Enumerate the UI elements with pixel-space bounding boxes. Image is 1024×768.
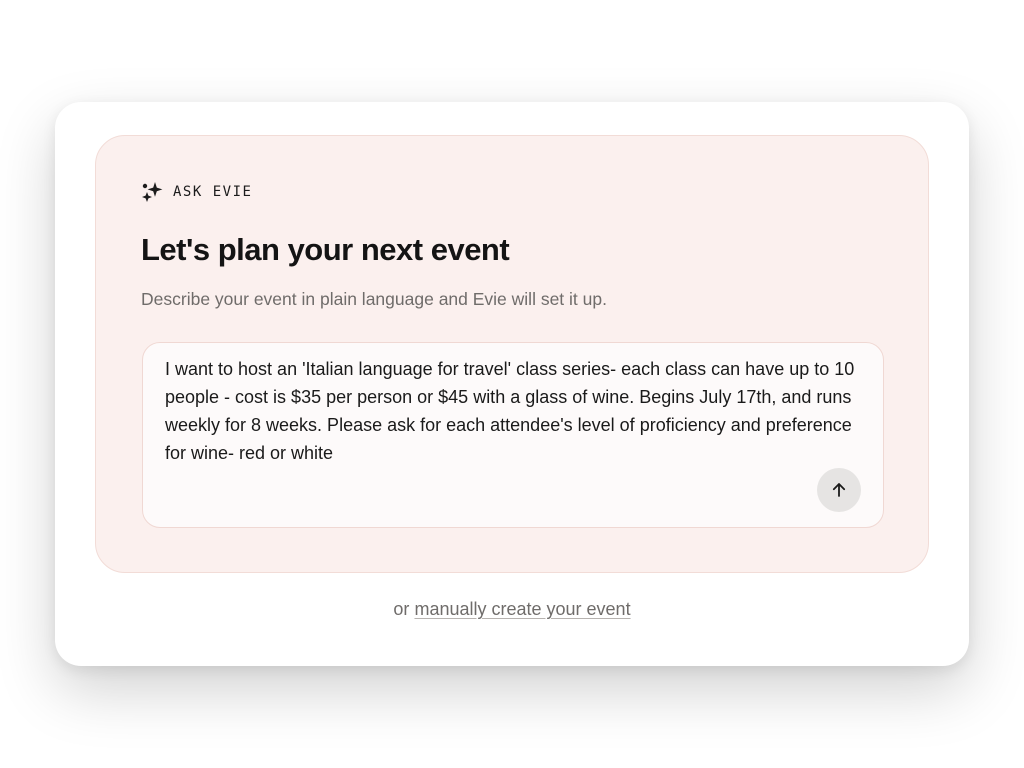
sparkle-icon [142,182,163,202]
manual-create-footer: or manually create your event [55,599,969,620]
event-creation-card: ASK EVIE Let's plan your next event Desc… [55,102,969,666]
send-button[interactable] [817,468,861,512]
page-title: Let's plan your next event [141,232,510,267]
footer-prefix: or [393,599,410,619]
ask-evie-panel: ASK EVIE Let's plan your next event Desc… [95,135,929,573]
ask-evie-eyebrow: ASK EVIE [141,181,252,203]
prompt-container: I want to host an 'Italian language for … [142,342,884,528]
manual-create-link[interactable]: manually create your event [414,599,630,619]
eyebrow-label: ASK EVIE [173,184,253,200]
page: ASK EVIE Let's plan your next event Desc… [0,0,1024,768]
page-subtitle: Describe your event in plain language an… [141,289,607,309]
arrow-up-icon [832,483,846,497]
event-description-input[interactable]: I want to host an 'Italian language for … [165,355,865,459]
